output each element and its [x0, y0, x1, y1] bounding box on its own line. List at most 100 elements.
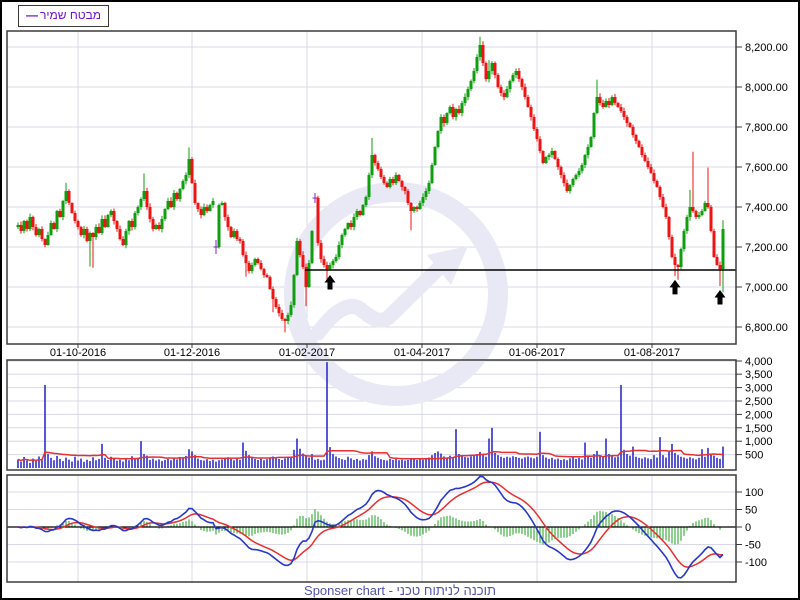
- candle-body: [319, 243, 323, 259]
- candle-body: [547, 155, 551, 157]
- candle-body: [226, 217, 230, 227]
- candle-body: [166, 201, 170, 209]
- candle-body: [232, 231, 236, 237]
- candle-body: [619, 107, 623, 111]
- candle-body: [181, 181, 185, 189]
- price-volume-macd-chart[interactable]: 8,200.00 8,000.00 7,800.00 7,600.00 7,400.00…: [2, 2, 800, 600]
- candle-body: [652, 173, 656, 181]
- candle-body: [49, 223, 53, 235]
- candle-body: [391, 179, 395, 183]
- candle-body: [691, 207, 695, 211]
- candle-body: [268, 277, 272, 289]
- candle-body: [583, 155, 587, 165]
- candle-body: [466, 89, 470, 97]
- candle-body: [388, 179, 392, 187]
- candle-body: [25, 221, 29, 229]
- candle-body: [340, 235, 344, 245]
- candle-body: [481, 45, 485, 63]
- y-axis-label: 7,200.00: [745, 242, 788, 254]
- candle-body: [289, 305, 293, 315]
- candle-body: [103, 219, 107, 227]
- candle-body: [661, 197, 665, 207]
- candle-body: [379, 169, 383, 177]
- candle-body: [373, 155, 377, 163]
- candle-body: [349, 223, 353, 227]
- candle-body: [382, 177, 386, 183]
- y-axis-label: 8,000.00: [745, 82, 788, 94]
- candle-body: [169, 201, 173, 207]
- candle-body: [580, 165, 584, 171]
- candle-body: [121, 239, 125, 245]
- y-axis-label: 50: [745, 505, 757, 517]
- macd-panel[interactable]: [7, 475, 736, 582]
- candle-body: [628, 123, 632, 127]
- x-axis-label: 01-06-2017: [509, 347, 565, 359]
- candle-body: [448, 107, 452, 113]
- candle-body: [370, 155, 374, 175]
- candle-body: [595, 97, 599, 113]
- candle-body: [58, 211, 62, 217]
- candle-body: [247, 263, 251, 271]
- candle-body: [421, 197, 425, 203]
- candle-body: [97, 227, 101, 233]
- candle-body: [412, 207, 416, 211]
- candle-body: [532, 117, 536, 129]
- candle-body: [352, 217, 356, 227]
- candle-body: [211, 201, 215, 205]
- candle-body: [694, 211, 698, 217]
- candle-body: [688, 207, 692, 217]
- candle-body: [502, 93, 506, 97]
- candle-body: [91, 233, 95, 237]
- y-axis-label: 6,800.00: [745, 322, 788, 334]
- candle-body: [88, 233, 92, 241]
- candle-body: [334, 257, 338, 261]
- candle-body: [535, 129, 539, 139]
- candle-body: [682, 231, 686, 249]
- candle-body: [61, 201, 65, 217]
- candle-body: [160, 219, 164, 229]
- candle-body: [325, 265, 329, 269]
- candle-body: [316, 198, 320, 243]
- candle-body: [331, 261, 335, 265]
- candle-body: [193, 183, 197, 203]
- candle-body: [238, 239, 242, 241]
- candle-body: [610, 97, 614, 105]
- candle-body: [520, 79, 524, 87]
- candle-body: [241, 241, 245, 255]
- x-axis-label: 01-02-2017: [279, 347, 335, 359]
- x-axis-label: 01-04-2017: [394, 347, 450, 359]
- candle-body: [394, 175, 398, 183]
- series-legend[interactable]: — מבטח שמיר: [18, 5, 110, 27]
- x-axis-label: 01-10-2016: [50, 347, 106, 359]
- candle-body: [709, 207, 713, 231]
- candle-body: [376, 163, 380, 169]
- candle-body: [178, 189, 182, 199]
- candle-body: [613, 97, 617, 103]
- candle-body: [16, 225, 20, 227]
- candle-body: [43, 239, 47, 245]
- candle-body: [292, 275, 296, 305]
- candle-body: [64, 191, 68, 201]
- candle-body: [286, 315, 290, 321]
- candle-body: [700, 211, 704, 215]
- candle-body: [115, 221, 119, 229]
- candle-body: [556, 159, 560, 167]
- candle-body: [643, 155, 647, 161]
- candle-body: [301, 255, 305, 267]
- y-axis-label: 3,500: [745, 369, 773, 381]
- candle-body: [433, 147, 437, 165]
- candle-body: [118, 229, 122, 239]
- candle-body: [403, 187, 407, 191]
- candle-body: [220, 203, 224, 205]
- candle-body: [196, 203, 200, 209]
- candle-body: [55, 211, 59, 229]
- candle-body: [280, 313, 284, 319]
- candle-body: [523, 87, 527, 97]
- candle-body: [358, 211, 362, 215]
- candle-body: [589, 137, 593, 147]
- candle-body: [244, 255, 248, 263]
- y-axis-label: -50: [745, 540, 761, 552]
- y-axis-label: 4,000: [745, 356, 773, 368]
- candle-body: [712, 231, 716, 257]
- y-axis-label: 100: [745, 487, 763, 499]
